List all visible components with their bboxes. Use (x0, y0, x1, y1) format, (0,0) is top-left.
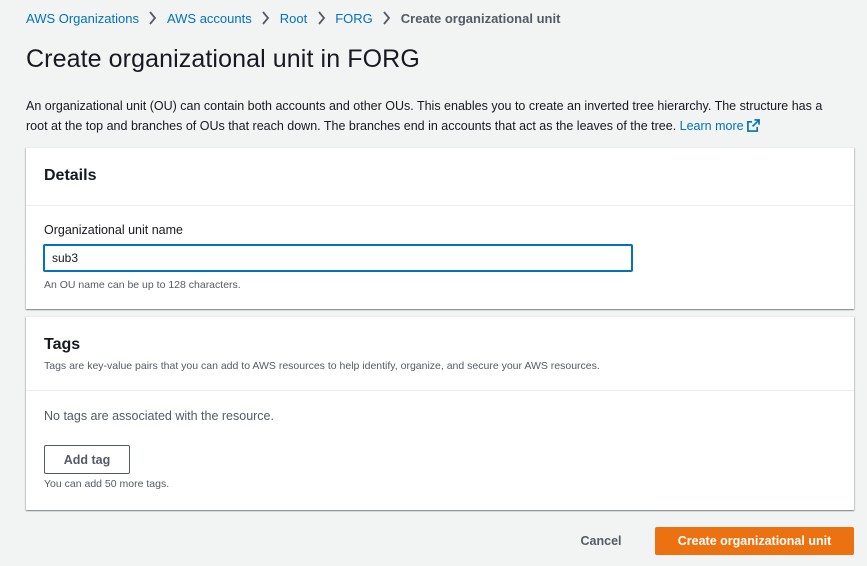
details-panel: Details Organizational unit name An OU n… (26, 147, 854, 309)
intro-text: An organizational unit (OU) can contain … (26, 96, 846, 136)
chevron-right-icon (373, 11, 401, 25)
breadcrumb-root[interactable]: Root (280, 11, 307, 26)
tags-header: Tags Tags are key-value pairs that you c… (26, 317, 854, 391)
learn-more-label: Learn more (679, 119, 744, 133)
ou-name-label: Organizational unit name (44, 223, 183, 237)
tags-panel: Tags Tags are key-value pairs that you c… (26, 316, 854, 510)
cancel-button[interactable]: Cancel (566, 527, 636, 555)
learn-more-link[interactable]: Learn more (680, 119, 760, 133)
breadcrumb: AWS Organizations AWS accounts Root FORG… (26, 9, 560, 27)
create-ou-button[interactable]: Create organizational unit (655, 527, 854, 555)
tags-description: Tags are key-value pairs that you can ad… (44, 360, 600, 372)
breadcrumb-aws-organizations[interactable]: AWS Organizations (26, 11, 139, 26)
add-tag-button[interactable]: Add tag (44, 445, 130, 474)
tags-remaining-hint: You can add 50 more tags. (44, 478, 170, 490)
chevron-right-icon (139, 11, 167, 25)
breadcrumb-aws-accounts[interactable]: AWS accounts (167, 11, 252, 26)
no-tags-message: No tags are associated with the resource… (44, 409, 274, 423)
details-header: Details (26, 148, 854, 206)
ou-name-hint: An OU name can be up to 128 characters. (44, 279, 241, 291)
chevron-right-icon (307, 11, 335, 25)
chevron-right-icon (252, 11, 280, 25)
tags-heading: Tags (44, 336, 81, 353)
page-title: Create organizational unit in FORG (26, 45, 420, 73)
details-heading: Details (44, 167, 97, 184)
breadcrumb-forg[interactable]: FORG (335, 11, 373, 26)
external-link-icon (746, 119, 760, 132)
breadcrumb-current: Create organizational unit (400, 10, 561, 26)
ou-name-input[interactable] (43, 244, 633, 272)
